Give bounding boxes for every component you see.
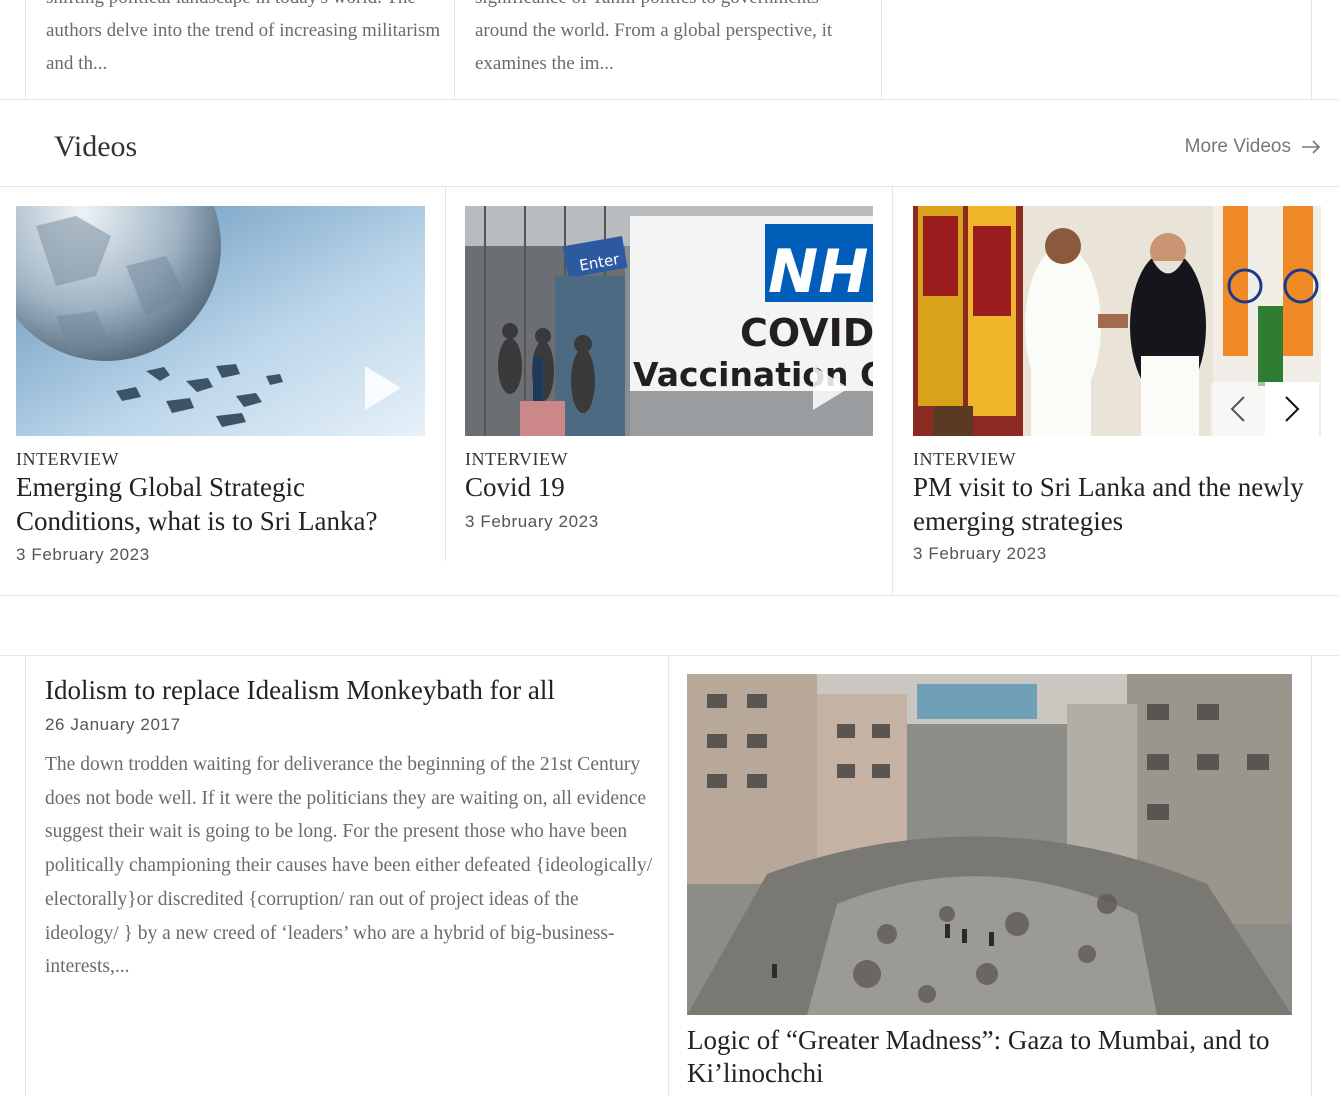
chevron-left-icon: [1230, 396, 1245, 422]
feature-image[interactable]: [687, 674, 1292, 1015]
article-excerpt: significance of Tamil politics to govern…: [475, 0, 833, 74]
articles-section: Idolism to replace Idealism Monkeybath f…: [0, 655, 1339, 1096]
top-article-card[interactable]: significance of Tamil politics to govern…: [454, 0, 882, 99]
top-article-strip: shifting political landscape in today's …: [0, 0, 1339, 100]
video-category: INTERVIEW: [913, 449, 1017, 469]
videos-section-header: Videos More Videos: [0, 100, 1339, 187]
article-excerpt: The down trodden waiting for deliverance…: [45, 754, 653, 978]
more-videos-link[interactable]: More Videos: [1185, 136, 1321, 158]
article-date: 26 January 2017: [45, 715, 181, 734]
video-title[interactable]: Covid 19: [465, 470, 565, 504]
video-card[interactable]: INTERVIEW Emerging Global Strategic Cond…: [0, 187, 446, 564]
video-date: 3 February 2023: [16, 545, 150, 564]
chevron-right-icon: [1285, 396, 1300, 422]
carousel-next-button[interactable]: [1265, 382, 1319, 436]
videos-carousel: INTERVIEW Emerging Global Strategic Cond…: [0, 187, 1339, 596]
video-thumbnail[interactable]: [913, 206, 1321, 436]
top-article-card-empty: [881, 0, 1312, 99]
video-category: INTERVIEW: [16, 449, 120, 469]
play-icon[interactable]: [363, 364, 403, 412]
section-title: Videos: [54, 130, 138, 163]
video-thumbnail[interactable]: NH COVID- Vaccination Cen Enter: [465, 206, 873, 436]
svg-text:COVID-: COVID-: [740, 311, 873, 355]
article-excerpt: shifting political landscape in today's …: [46, 0, 441, 74]
article-card[interactable]: Idolism to replace Idealism Monkeybath f…: [25, 656, 669, 1096]
video-title[interactable]: PM visit to Sri Lanka and the newly emer…: [913, 470, 1323, 538]
video-title[interactable]: Emerging Global Strategic Conditions, wh…: [16, 470, 436, 538]
video-card[interactable]: NH COVID- Vaccination Cen Enter INTERVIE…: [446, 187, 893, 561]
more-videos-label: More Videos: [1184, 136, 1291, 157]
carousel-prev-button[interactable]: [1211, 382, 1265, 436]
feature-title[interactable]: Logic of “Greater Madness”: Gaza to Mumb…: [687, 1024, 1287, 1090]
video-date: 3 February 2023: [465, 512, 599, 531]
video-card[interactable]: INTERVIEW PM visit to Sri Lanka and the …: [892, 187, 1339, 595]
video-thumbnail[interactable]: [16, 206, 425, 436]
top-article-card[interactable]: shifting political landscape in today's …: [25, 0, 455, 99]
article-title[interactable]: Idolism to replace Idealism Monkeybath f…: [45, 675, 645, 706]
video-category: INTERVIEW: [465, 449, 569, 469]
video-date: 3 February 2023: [913, 544, 1047, 563]
arrow-right-icon: [1302, 140, 1321, 154]
play-icon[interactable]: [811, 364, 851, 412]
svg-text:NH: NH: [768, 237, 868, 307]
feature-article-card[interactable]: Logic of “Greater Madness”: Gaza to Mumb…: [668, 656, 1312, 1096]
destroyed-buildings-image: [687, 674, 1292, 1015]
